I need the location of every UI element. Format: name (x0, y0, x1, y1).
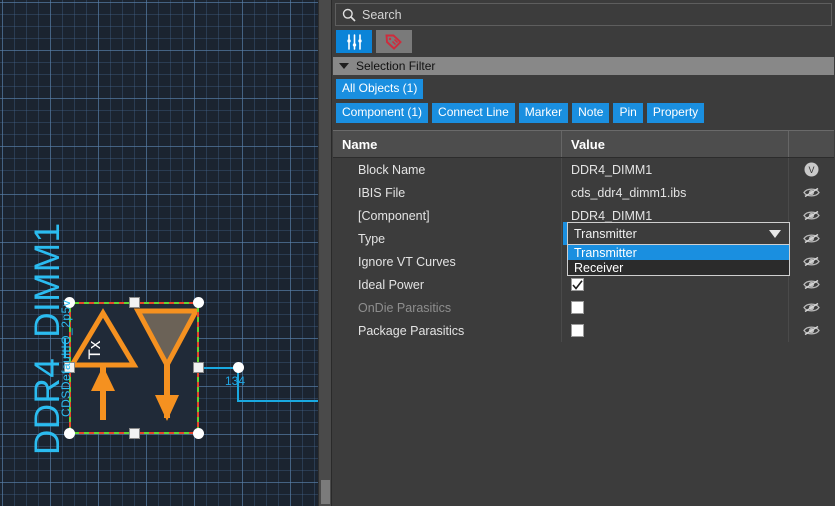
property-icon-cell[interactable] (789, 319, 834, 342)
eye-slash-icon[interactable] (803, 232, 820, 245)
filter-chip-row-secondary: Component (1) Connect Line Marker Note P… (336, 103, 835, 123)
ondie-parasitics-checkbox[interactable] (571, 301, 584, 314)
filter-chip-component[interactable]: Component (1) (336, 103, 429, 123)
eye-slash-icon[interactable] (803, 324, 820, 337)
net-junction-node[interactable] (233, 362, 244, 373)
combobox-selected-value: Transmitter (574, 226, 637, 241)
selection-filter-toggle-button[interactable] (336, 30, 372, 53)
eye-slash-icon[interactable] (803, 255, 820, 268)
eye-slash-icon[interactable] (803, 278, 820, 291)
selection-handle-bottom-center[interactable] (129, 428, 140, 439)
filter-sliders-icon (346, 33, 362, 50)
property-value-cell[interactable]: DDR4_DIMM1 (562, 158, 789, 181)
v-badge-icon[interactable]: V (804, 162, 819, 177)
chevron-down-icon (339, 63, 349, 69)
panel-toolbar (332, 26, 835, 57)
search-box[interactable] (335, 3, 832, 26)
selection-filter-chips: All Objects (1) Component (1) Connect Li… (332, 75, 835, 130)
property-value-cell[interactable] (562, 273, 789, 296)
property-tag-button[interactable] (376, 30, 412, 53)
search-input[interactable] (362, 7, 825, 22)
table-row[interactable]: Block Name DDR4_DIMM1 V (333, 158, 834, 181)
table-row[interactable]: Package Parasitics (333, 319, 834, 342)
filter-chip-connect-line[interactable]: Connect Line (432, 103, 515, 123)
property-icon-cell[interactable]: V (789, 158, 834, 181)
filter-chip-all-objects[interactable]: All Objects (1) (336, 79, 424, 99)
property-name-cell: Ideal Power (333, 273, 562, 296)
package-parasitics-checkbox[interactable] (571, 324, 584, 337)
table-row[interactable]: Ideal Power (333, 273, 834, 296)
filter-chip-row-primary: All Objects (1) (336, 79, 835, 99)
combobox-field[interactable]: Transmitter (567, 222, 790, 245)
eye-slash-icon[interactable] (803, 186, 820, 199)
column-header-value[interactable]: Value (562, 131, 789, 157)
selection-handle-bottom-right[interactable] (193, 428, 204, 439)
selection-handle-top-center[interactable] (129, 297, 140, 308)
check-icon (572, 279, 583, 290)
selection-rectangle (69, 302, 199, 434)
property-icon-cell[interactable] (789, 273, 834, 296)
property-value-cell[interactable] (562, 319, 789, 342)
property-name-cell: [Component] (333, 204, 562, 227)
property-icon-cell[interactable] (789, 227, 834, 250)
filter-chip-pin[interactable]: Pin (613, 103, 643, 123)
column-header-icon (789, 131, 834, 157)
filter-chip-property[interactable]: Property (646, 103, 705, 123)
table-row[interactable]: OnDie Parasitics (333, 296, 834, 319)
application-window: 134 Tx DDR4_DIMM1 (0, 0, 835, 506)
property-table: Name Value Block Name DDR4_DIMM1 V IBIS … (333, 130, 834, 342)
property-value-cell[interactable] (562, 296, 789, 319)
property-name-cell: Block Name (333, 158, 562, 181)
schematic-canvas[interactable]: 134 Tx DDR4_DIMM1 (0, 0, 331, 506)
property-icon-cell[interactable] (789, 181, 834, 204)
eye-slash-icon[interactable] (803, 301, 820, 314)
selection-filter-section-header[interactable]: Selection Filter (333, 57, 834, 75)
property-value-cell[interactable]: cds_ddr4_dimm1.ibs (562, 181, 789, 204)
table-row[interactable]: IBIS File cds_ddr4_dimm1.ibs (333, 181, 834, 204)
search-icon (342, 8, 356, 22)
ideal-power-checkbox[interactable] (571, 278, 584, 291)
property-icon-cell[interactable] (789, 296, 834, 319)
combobox-dropdown-list[interactable]: Transmitter Receiver (567, 245, 790, 276)
net-label[interactable]: 134 (225, 374, 245, 388)
canvas-scrollbar-thumb[interactable] (321, 480, 330, 504)
property-name-cell: OnDie Parasitics (333, 296, 562, 319)
component-pin-model-label[interactable]: CDSDefaultIO_2p5v (59, 300, 73, 417)
property-icon-cell[interactable] (789, 204, 834, 227)
property-icon-cell[interactable] (789, 250, 834, 273)
tag-icon (385, 34, 402, 50)
property-name-cell: Ignore VT Curves (333, 250, 562, 273)
selection-filter-section-title: Selection Filter (356, 59, 436, 73)
column-header-name[interactable]: Name (333, 131, 562, 157)
property-name-cell: Package Parasitics (333, 319, 562, 342)
combobox-option-transmitter[interactable]: Transmitter (568, 245, 789, 260)
filter-chip-marker[interactable]: Marker (518, 103, 569, 123)
filter-chip-note[interactable]: Note (572, 103, 610, 123)
property-name-cell: Type (333, 227, 562, 250)
selection-handle-middle-right[interactable] (193, 362, 204, 373)
properties-panel: Selection Filter All Objects (1) Compone… (331, 0, 835, 506)
net-segment-horizontal-right[interactable] (237, 400, 331, 402)
svg-text:V: V (808, 165, 814, 175)
canvas-vertical-scrollbar[interactable] (318, 0, 331, 506)
selection-handle-top-right[interactable] (193, 297, 204, 308)
eye-slash-icon[interactable] (803, 209, 820, 222)
property-name-cell: IBIS File (333, 181, 562, 204)
combobox-option-receiver[interactable]: Receiver (568, 260, 789, 275)
type-combobox[interactable]: Transmitter Transmitter Receiver (563, 222, 790, 276)
property-table-header: Name Value (333, 130, 834, 158)
chevron-down-icon[interactable] (769, 229, 781, 238)
search-row (332, 0, 835, 26)
